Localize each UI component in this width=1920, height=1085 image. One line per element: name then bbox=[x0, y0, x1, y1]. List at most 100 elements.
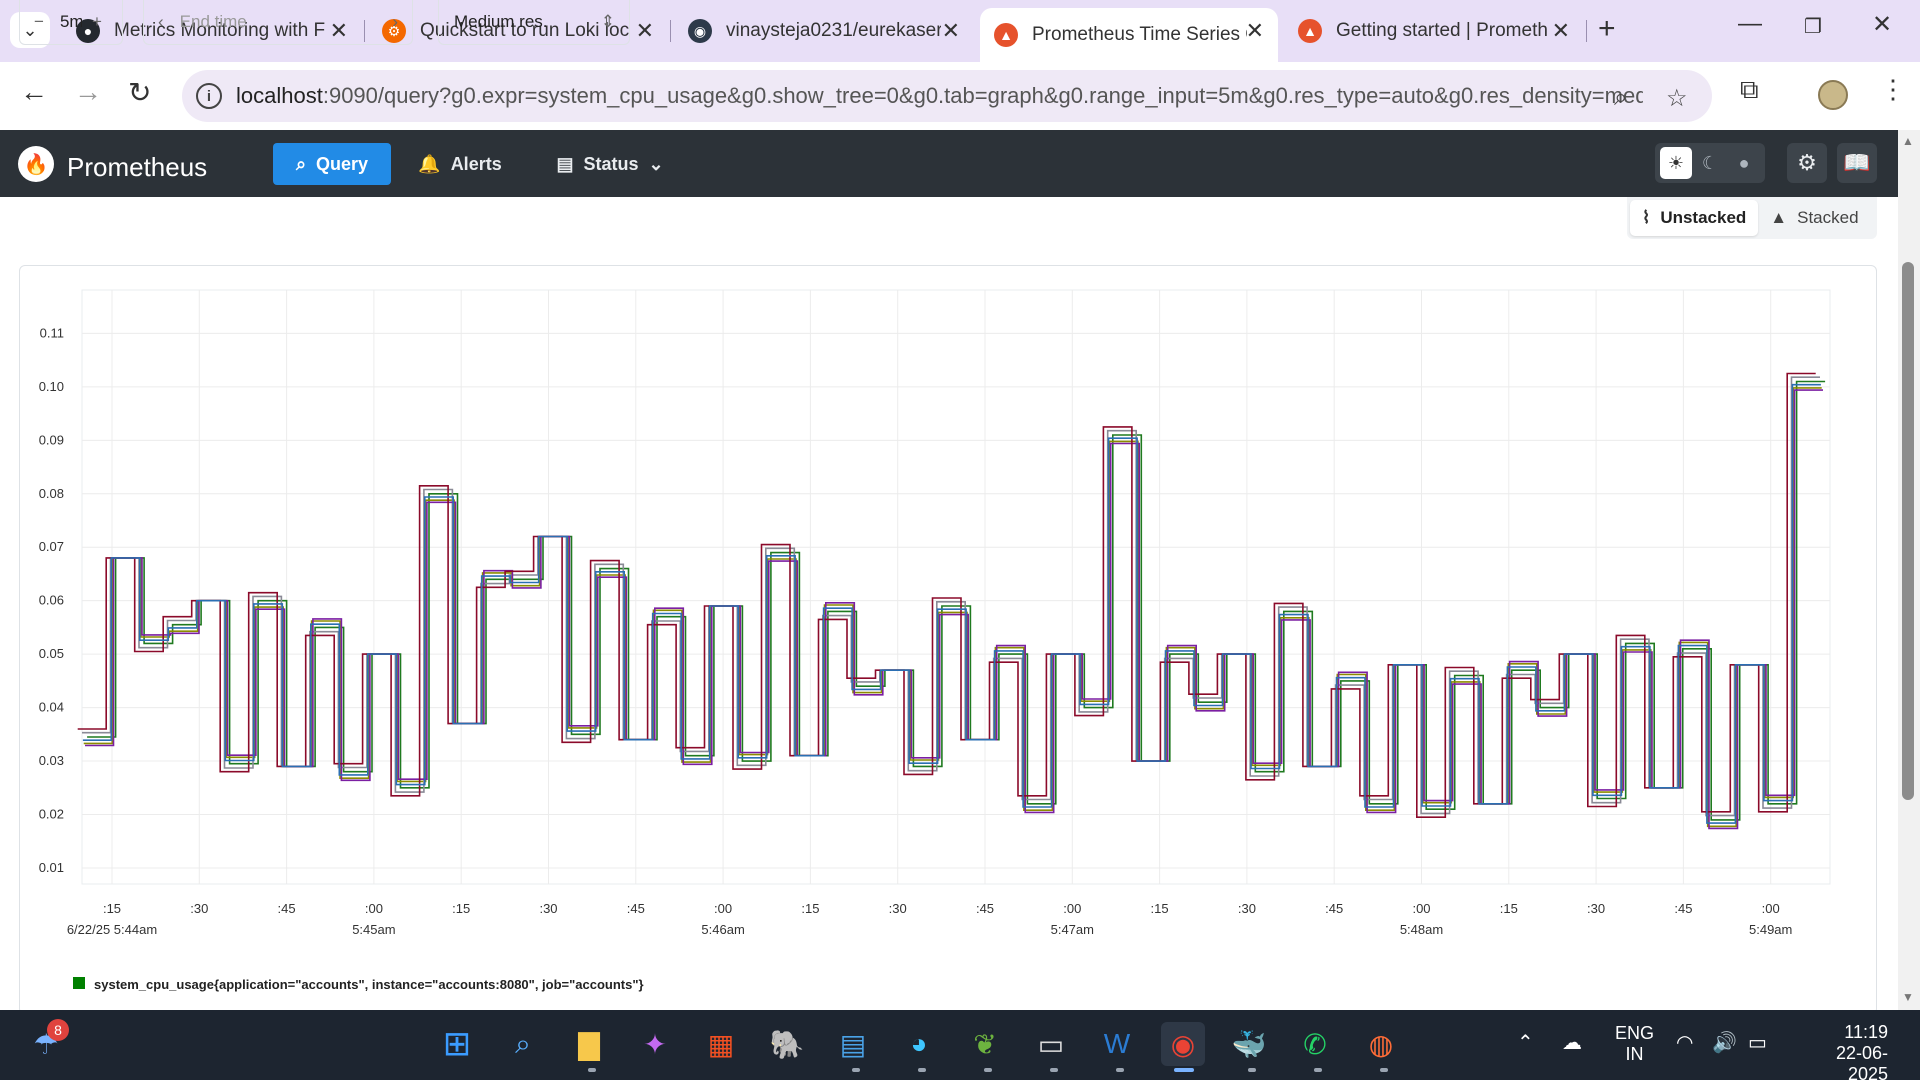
terminal-icon[interactable]: ▭ bbox=[1029, 1022, 1073, 1066]
close-icon[interactable]: ✕ bbox=[942, 18, 960, 44]
nav-query-button[interactable]: ⌕ Query bbox=[273, 143, 391, 185]
running-indicator bbox=[1050, 1068, 1058, 1072]
site-info-icon[interactable]: i bbox=[196, 83, 222, 109]
reload-icon[interactable]: ↻ bbox=[128, 76, 151, 109]
x-tick-sublabel: 6/22/25 5:44am bbox=[67, 922, 157, 937]
docker-desktop-icon[interactable]: 🐳 bbox=[1227, 1022, 1271, 1066]
whatsapp-icon[interactable]: ✆ bbox=[1293, 1022, 1337, 1066]
more-menu-icon[interactable]: ⋮ bbox=[1880, 74, 1906, 105]
browser-tab-active[interactable]: ▲ Prometheus Time Series C ✕ bbox=[980, 8, 1278, 62]
new-tab-plus-icon[interactable]: + bbox=[1598, 12, 1616, 46]
resolution-select[interactable]: Medium res. ⇕ bbox=[438, 0, 630, 45]
series-line bbox=[82, 376, 1820, 817]
postman-icon[interactable]: ◍ bbox=[1359, 1022, 1403, 1066]
prometheus-logo-icon[interactable]: 🔥 bbox=[18, 146, 54, 182]
close-icon[interactable]: ✕ bbox=[636, 18, 654, 44]
y-tick-label: 0.01 bbox=[39, 860, 64, 875]
search-icon[interactable]: ⌕ bbox=[501, 1022, 545, 1066]
decrease-range-icon[interactable]: − bbox=[34, 12, 44, 32]
back-arrow-icon[interactable]: ← bbox=[20, 76, 48, 108]
browser-tab-3[interactable]: ◉ vinaysteja0231/eurekaser ✕ bbox=[674, 8, 974, 54]
x-tick-label: :15 bbox=[1151, 901, 1169, 916]
x-tick-label: :45 bbox=[1674, 901, 1692, 916]
y-tick-label: 0.09 bbox=[39, 432, 64, 447]
unstacked-option[interactable]: ⌇ Unstacked bbox=[1630, 200, 1759, 236]
y-tick-label: 0.05 bbox=[39, 646, 64, 661]
x-tick-label: :45 bbox=[627, 901, 645, 916]
postgresql-elephant-icon[interactable]: 🐘 bbox=[765, 1022, 809, 1066]
tab-title: vinaysteja0231/eurekaser bbox=[726, 20, 941, 41]
extensions-icon[interactable]: ⧉ bbox=[1740, 74, 1759, 106]
auto-theme-icon[interactable]: ● bbox=[1728, 147, 1760, 179]
onedrive-cloud-icon[interactable]: ☁ bbox=[1562, 1030, 1582, 1055]
battery-icon[interactable]: ▭ bbox=[1748, 1030, 1767, 1055]
nav-alerts-button[interactable]: 🔔 Alerts bbox=[410, 143, 510, 185]
edge-browser-icon[interactable]: ◕ bbox=[897, 1022, 941, 1066]
brand-title[interactable]: Prometheus bbox=[67, 152, 207, 183]
clock[interactable]: 11:19 22-06-2025 bbox=[1798, 1022, 1888, 1085]
spring-tool-suite-icon[interactable]: ❦ bbox=[963, 1022, 1007, 1066]
zoom-icon[interactable]: ⌕ bbox=[1614, 84, 1627, 112]
prometheus-icon: ▲ bbox=[994, 23, 1018, 47]
scrollbar-thumb[interactable] bbox=[1902, 262, 1914, 800]
x-tick-label: :00 bbox=[365, 901, 383, 916]
wifi-icon[interactable]: ◠ bbox=[1676, 1030, 1693, 1055]
url-path: :9090/query?g0.expr=system_cpu_usage&g0.… bbox=[322, 83, 1643, 108]
microsoft-store-icon[interactable]: ▦ bbox=[699, 1022, 743, 1066]
url-field[interactable]: i localhost :9090/query?g0.expr=system_c… bbox=[182, 70, 1712, 122]
forward-arrow-icon[interactable]: → bbox=[74, 76, 102, 108]
scroll-up-icon[interactable]: ▲ bbox=[1902, 134, 1914, 148]
active-app-indicator bbox=[1174, 1068, 1194, 1072]
browser-tab-5[interactable]: ▲ Getting started | Prometh ✕ bbox=[1284, 8, 1584, 54]
docs-book-icon[interactable]: 📖 bbox=[1837, 143, 1877, 183]
notepad-icon[interactable]: ▤ bbox=[831, 1022, 875, 1066]
region-code: IN bbox=[1625, 1044, 1644, 1064]
profile-avatar[interactable] bbox=[1818, 80, 1848, 110]
word-icon[interactable]: W bbox=[1095, 1022, 1139, 1066]
stacked-option[interactable]: ▲ Stacked bbox=[1758, 200, 1870, 236]
bookmark-star-icon[interactable]: ☆ bbox=[1666, 84, 1688, 113]
plot-area-border bbox=[81, 289, 1831, 885]
increase-range-icon[interactable]: + bbox=[92, 12, 102, 32]
volume-icon[interactable]: 🔊 bbox=[1712, 1030, 1737, 1055]
window-close-icon[interactable]: ✕ bbox=[1872, 10, 1892, 39]
file-explorer-icon[interactable]: ▇ bbox=[567, 1022, 611, 1066]
close-icon[interactable]: ✕ bbox=[1246, 18, 1264, 44]
moon-icon[interactable]: ☾ bbox=[1694, 147, 1726, 179]
clock-date: 22-06-2025 bbox=[1835, 1043, 1888, 1084]
prev-time-chevron-icon[interactable]: ‹ bbox=[158, 12, 164, 32]
clock-time: 11:19 bbox=[1844, 1022, 1888, 1042]
copilot-icon[interactable]: ✦ bbox=[633, 1022, 677, 1066]
chevron-down-icon: ⌄ bbox=[648, 153, 664, 174]
chevron-up-icon[interactable]: ⌃ bbox=[1517, 1030, 1534, 1055]
chrome-icon[interactable]: ◉ bbox=[1161, 1022, 1205, 1066]
scroll-down-icon[interactable]: ▼ bbox=[1902, 990, 1914, 1004]
server-icon: ▤ bbox=[556, 153, 574, 174]
y-tick-label: 0.10 bbox=[39, 379, 64, 394]
start-windows-icon[interactable]: ⊞ bbox=[435, 1022, 479, 1066]
x-tick-label: :15 bbox=[801, 901, 819, 916]
x-tick-label: :45 bbox=[278, 901, 296, 916]
restore-icon[interactable]: ❐ bbox=[1804, 14, 1822, 39]
range-value[interactable]: 5m bbox=[60, 12, 82, 32]
running-indicator bbox=[852, 1068, 860, 1072]
bell-icon: 🔔 bbox=[418, 153, 441, 174]
close-icon[interactable]: ✕ bbox=[1552, 18, 1570, 44]
address-bar-row: ← → ↻ i localhost :9090/query?g0.expr=sy… bbox=[0, 62, 1920, 130]
weather-badge: 8 bbox=[47, 1019, 69, 1041]
language-indicator[interactable]: ENG IN bbox=[1615, 1023, 1654, 1065]
cpu-usage-chart[interactable]: 0.01 0.02 0.03 0.04 0.05 0.06 0.07 0.08 0.09 0.10… bbox=[0, 262, 1900, 1022]
minimize-icon[interactable]: — bbox=[1738, 10, 1762, 38]
end-time-input[interactable]: ‹ End time › bbox=[143, 0, 413, 45]
next-time-chevron-icon[interactable]: › bbox=[392, 12, 398, 32]
legend-label[interactable]: system_cpu_usage{application="accounts",… bbox=[94, 977, 644, 992]
theme-switcher: ☀ ☾ ● bbox=[1655, 143, 1765, 183]
x-tick-label: :45 bbox=[1325, 901, 1343, 916]
y-tick-label: 0.07 bbox=[39, 539, 64, 554]
settings-gear-icon[interactable]: ⚙ bbox=[1787, 143, 1827, 183]
sun-icon[interactable]: ☀ bbox=[1660, 147, 1692, 179]
url-host: localhost bbox=[236, 83, 323, 108]
nav-status-button[interactable]: ▤ Status ⌄ bbox=[546, 143, 674, 185]
running-indicator bbox=[1116, 1068, 1124, 1072]
nav-alerts-label: Alerts bbox=[450, 153, 502, 174]
